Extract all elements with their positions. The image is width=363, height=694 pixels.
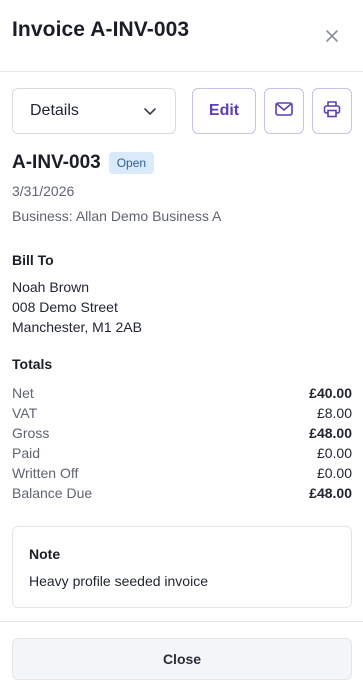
totals-row-value: £0.00 bbox=[316, 465, 352, 481]
totals-row: Balance Due £48.00 bbox=[12, 483, 352, 503]
close-icon[interactable] bbox=[320, 24, 344, 48]
bill-to-heading: Bill To bbox=[12, 252, 54, 268]
note-card: Note Heavy profile seeded invoice bbox=[12, 526, 352, 608]
printer-icon bbox=[323, 100, 341, 123]
invoice-summary-row: A-INV-003 Open bbox=[12, 152, 155, 174]
mail-icon bbox=[275, 101, 293, 121]
totals-row-value: £48.00 bbox=[309, 425, 352, 441]
totals-row: Paid £0.00 bbox=[12, 443, 352, 463]
bill-to-name: Noah Brown bbox=[12, 279, 90, 295]
invoice-toolbar: Details Edit bbox=[12, 88, 352, 134]
totals-row: VAT £8.00 bbox=[12, 403, 352, 423]
dialog-title: Invoice A-INV-003 bbox=[12, 18, 190, 41]
bill-to-city: Manchester, M1 2AB bbox=[12, 319, 142, 335]
totals-heading: Totals bbox=[12, 356, 53, 372]
close-button[interactable]: Close bbox=[12, 638, 352, 680]
invoice-date: 3/31/2026 bbox=[12, 183, 75, 199]
view-select-value: Details bbox=[30, 102, 79, 119]
edit-button[interactable]: Edit bbox=[192, 88, 256, 134]
totals-table: Net £40.00 VAT £8.00 Gross £48.00 Paid £… bbox=[12, 383, 352, 503]
print-button[interactable] bbox=[312, 88, 352, 134]
view-select[interactable]: Details bbox=[12, 88, 176, 134]
totals-row: Written Off £0.00 bbox=[12, 463, 352, 483]
totals-row-label: Paid bbox=[12, 445, 41, 461]
totals-row-label: VAT bbox=[12, 405, 38, 421]
totals-row-label: Gross bbox=[12, 425, 50, 441]
bill-to-street: 008 Demo Street bbox=[12, 299, 118, 315]
totals-row: Net £40.00 bbox=[12, 383, 352, 403]
dialog-header: Invoice A-INV-003 bbox=[0, 0, 363, 72]
totals-row: Gross £48.00 bbox=[12, 423, 352, 443]
note-text: Heavy profile seeded invoice bbox=[29, 573, 208, 589]
chevron-down-icon bbox=[143, 104, 157, 123]
email-button[interactable] bbox=[264, 88, 304, 134]
invoice-number: A-INV-003 bbox=[12, 152, 101, 173]
footer-divider bbox=[0, 621, 363, 622]
status-badge: Open bbox=[108, 152, 155, 174]
totals-row-label: Written Off bbox=[12, 465, 79, 481]
invoice-business: Business: Allan Demo Business A bbox=[12, 208, 222, 224]
totals-row-value: £40.00 bbox=[309, 385, 352, 401]
totals-row-value: £0.00 bbox=[316, 445, 352, 461]
totals-row-value: £48.00 bbox=[309, 485, 352, 501]
note-title: Note bbox=[29, 546, 61, 562]
totals-row-label: Net bbox=[12, 385, 34, 401]
totals-row-label: Balance Due bbox=[12, 485, 93, 501]
totals-row-value: £8.00 bbox=[316, 405, 352, 421]
